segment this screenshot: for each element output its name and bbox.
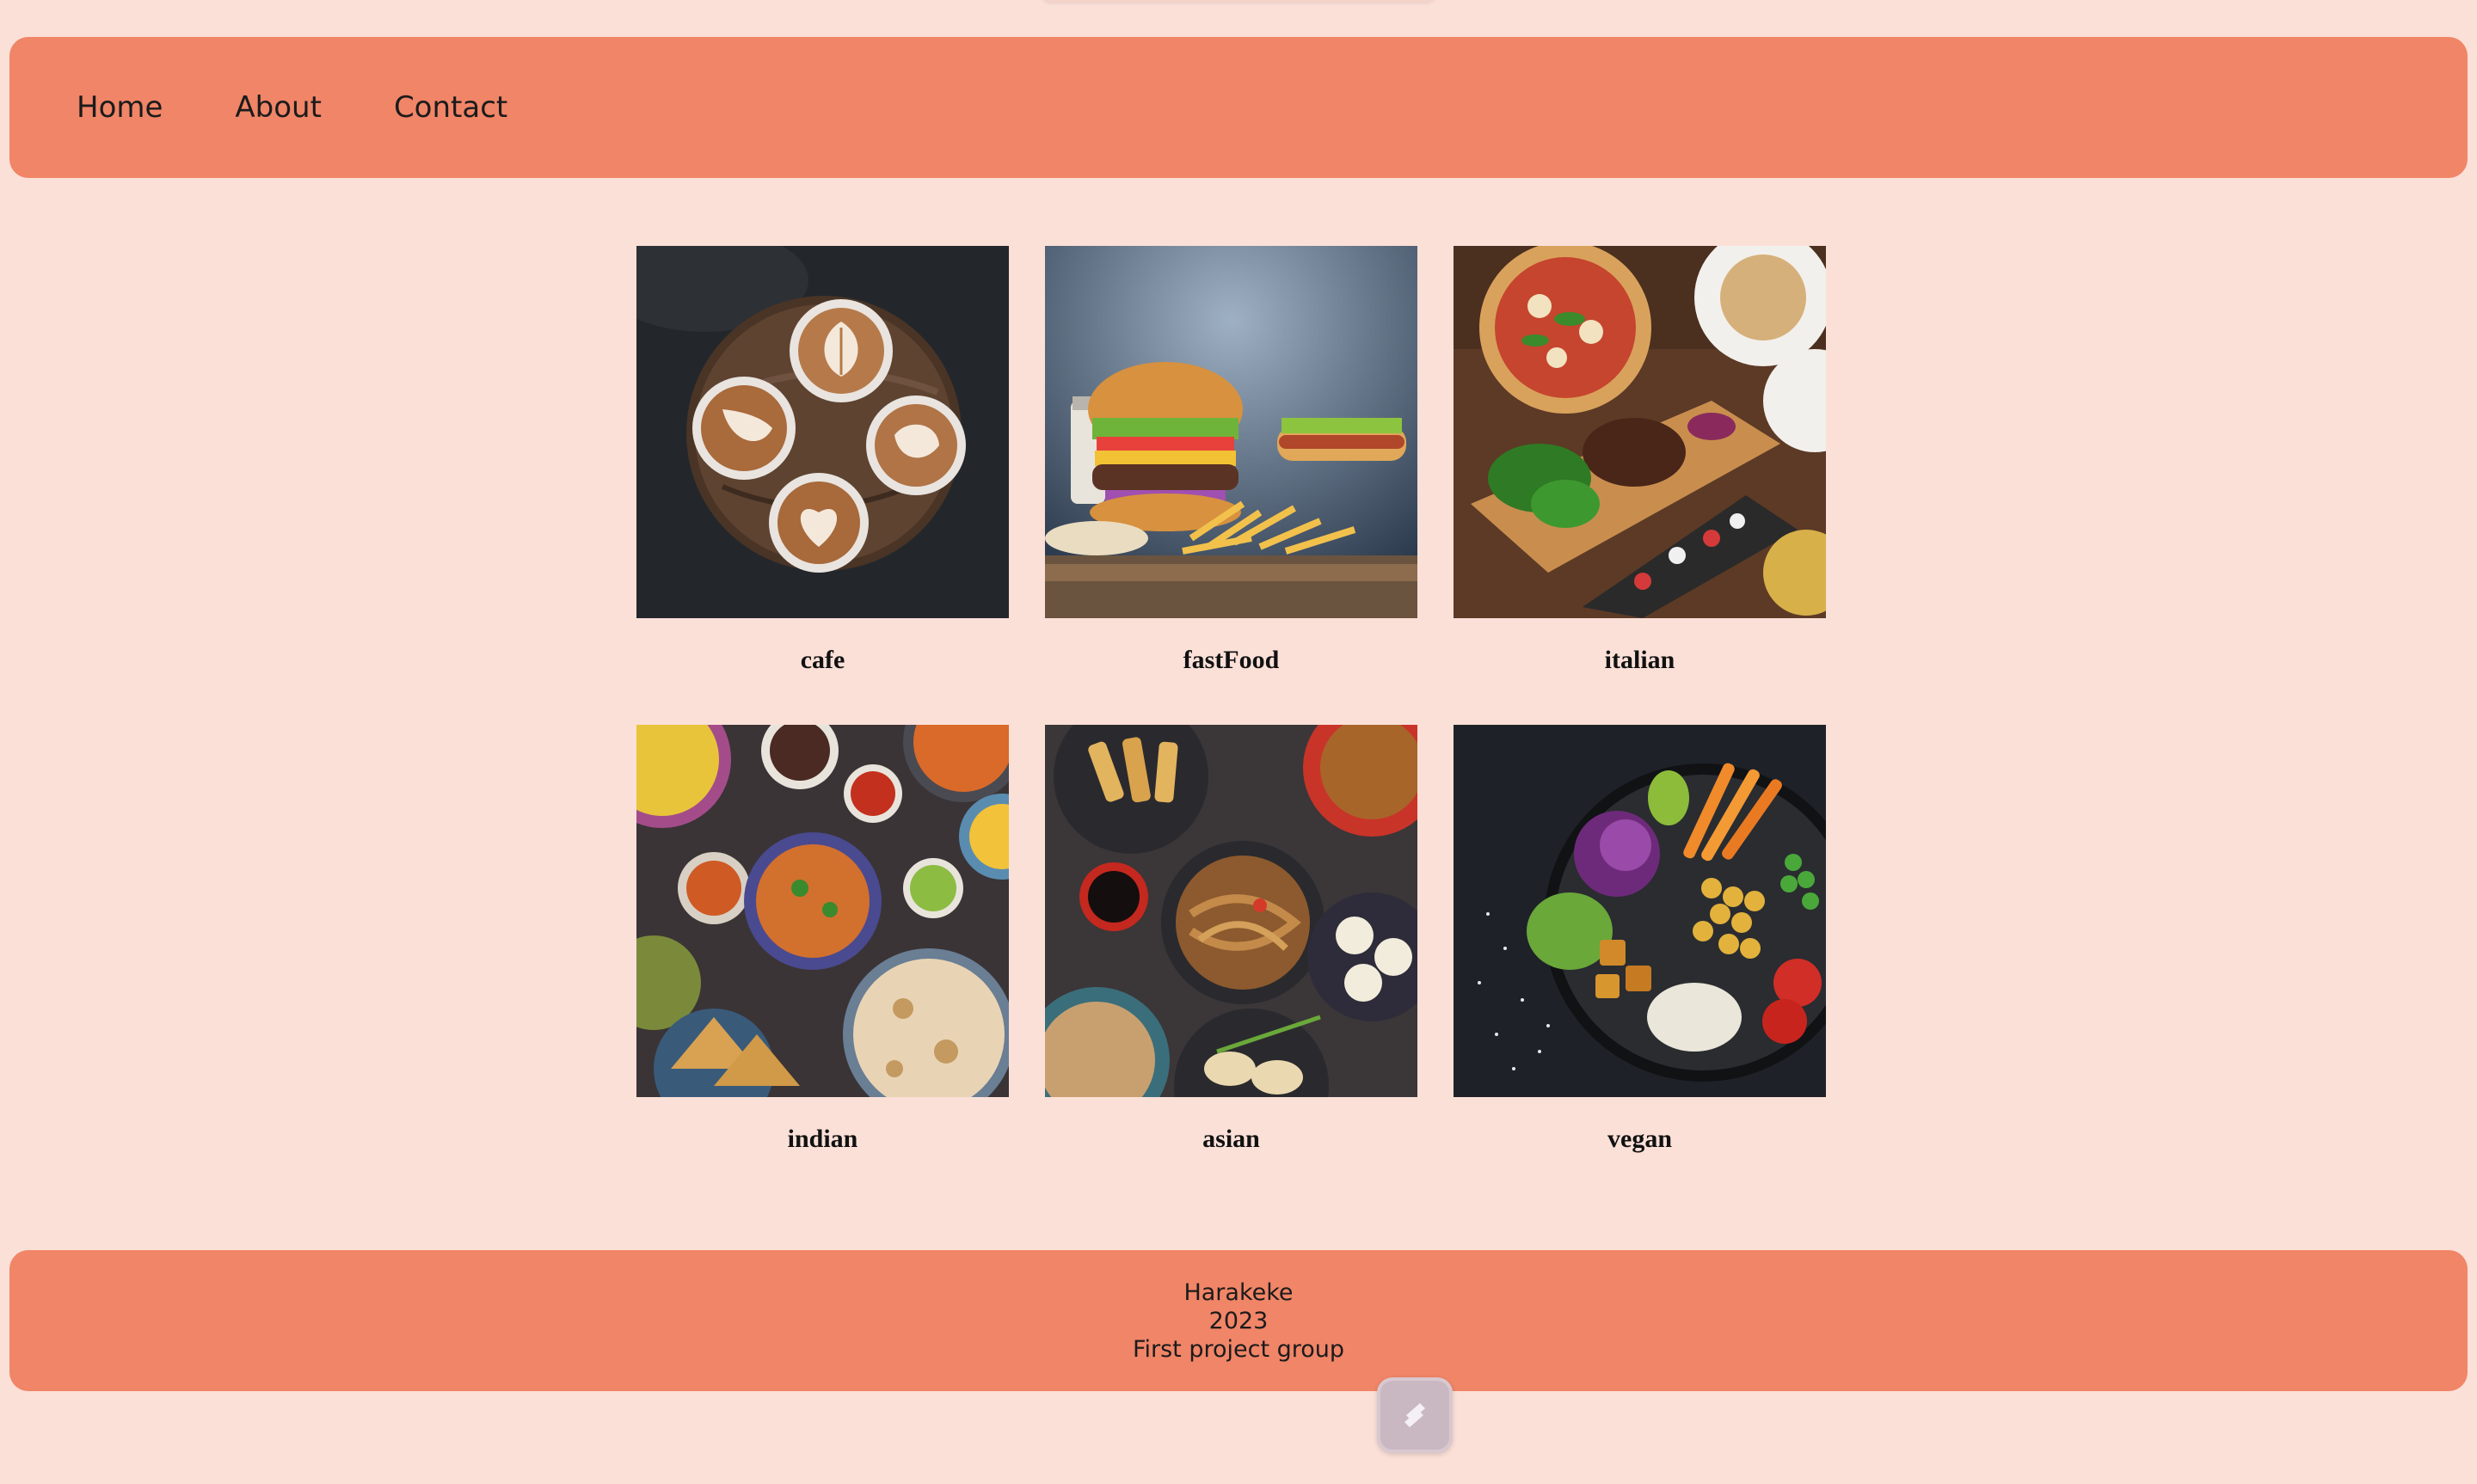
page: Home About Contact cafe fastFood italian… [0, 0, 2477, 1484]
vegan-image[interactable] [1454, 725, 1826, 1097]
footer-brand: Harakeke [1183, 1279, 1294, 1306]
category-card-cafe[interactable]: cafe [636, 246, 1009, 725]
category-grid: cafe fastFood italian indian asian vegan [636, 246, 1827, 1204]
category-label: asian [1202, 1125, 1260, 1153]
fastfood-image[interactable] [1045, 246, 1417, 618]
top-edge-tab [1041, 0, 1436, 2]
navbar: Home About Contact [9, 37, 2468, 178]
category-label: cafe [800, 646, 845, 674]
category-label: italian [1604, 646, 1675, 674]
category-card-fastfood[interactable]: fastFood [1045, 246, 1417, 725]
footer-year: 2023 [1208, 1307, 1269, 1334]
footer-group: First project group [1132, 1335, 1345, 1363]
nav-link-contact[interactable]: Contact [394, 90, 507, 125]
category-label: indian [787, 1125, 858, 1153]
category-label: fastFood [1183, 646, 1280, 674]
category-card-indian[interactable]: indian [636, 725, 1009, 1204]
category-card-vegan[interactable]: vegan [1454, 725, 1826, 1204]
asian-image[interactable] [1045, 725, 1417, 1097]
floating-action-button[interactable] [1377, 1377, 1453, 1453]
nav-link-home[interactable]: Home [77, 90, 163, 125]
category-card-italian[interactable]: italian [1454, 246, 1826, 725]
nav-link-about[interactable]: About [235, 90, 322, 125]
italian-image[interactable] [1454, 246, 1826, 618]
category-card-asian[interactable]: asian [1045, 725, 1417, 1204]
footer: Harakeke 2023 First project group [9, 1250, 2468, 1391]
indian-image[interactable] [636, 725, 1009, 1097]
cafe-image[interactable] [636, 246, 1009, 618]
category-label: vegan [1607, 1125, 1672, 1153]
stack-icon [1404, 1403, 1425, 1427]
